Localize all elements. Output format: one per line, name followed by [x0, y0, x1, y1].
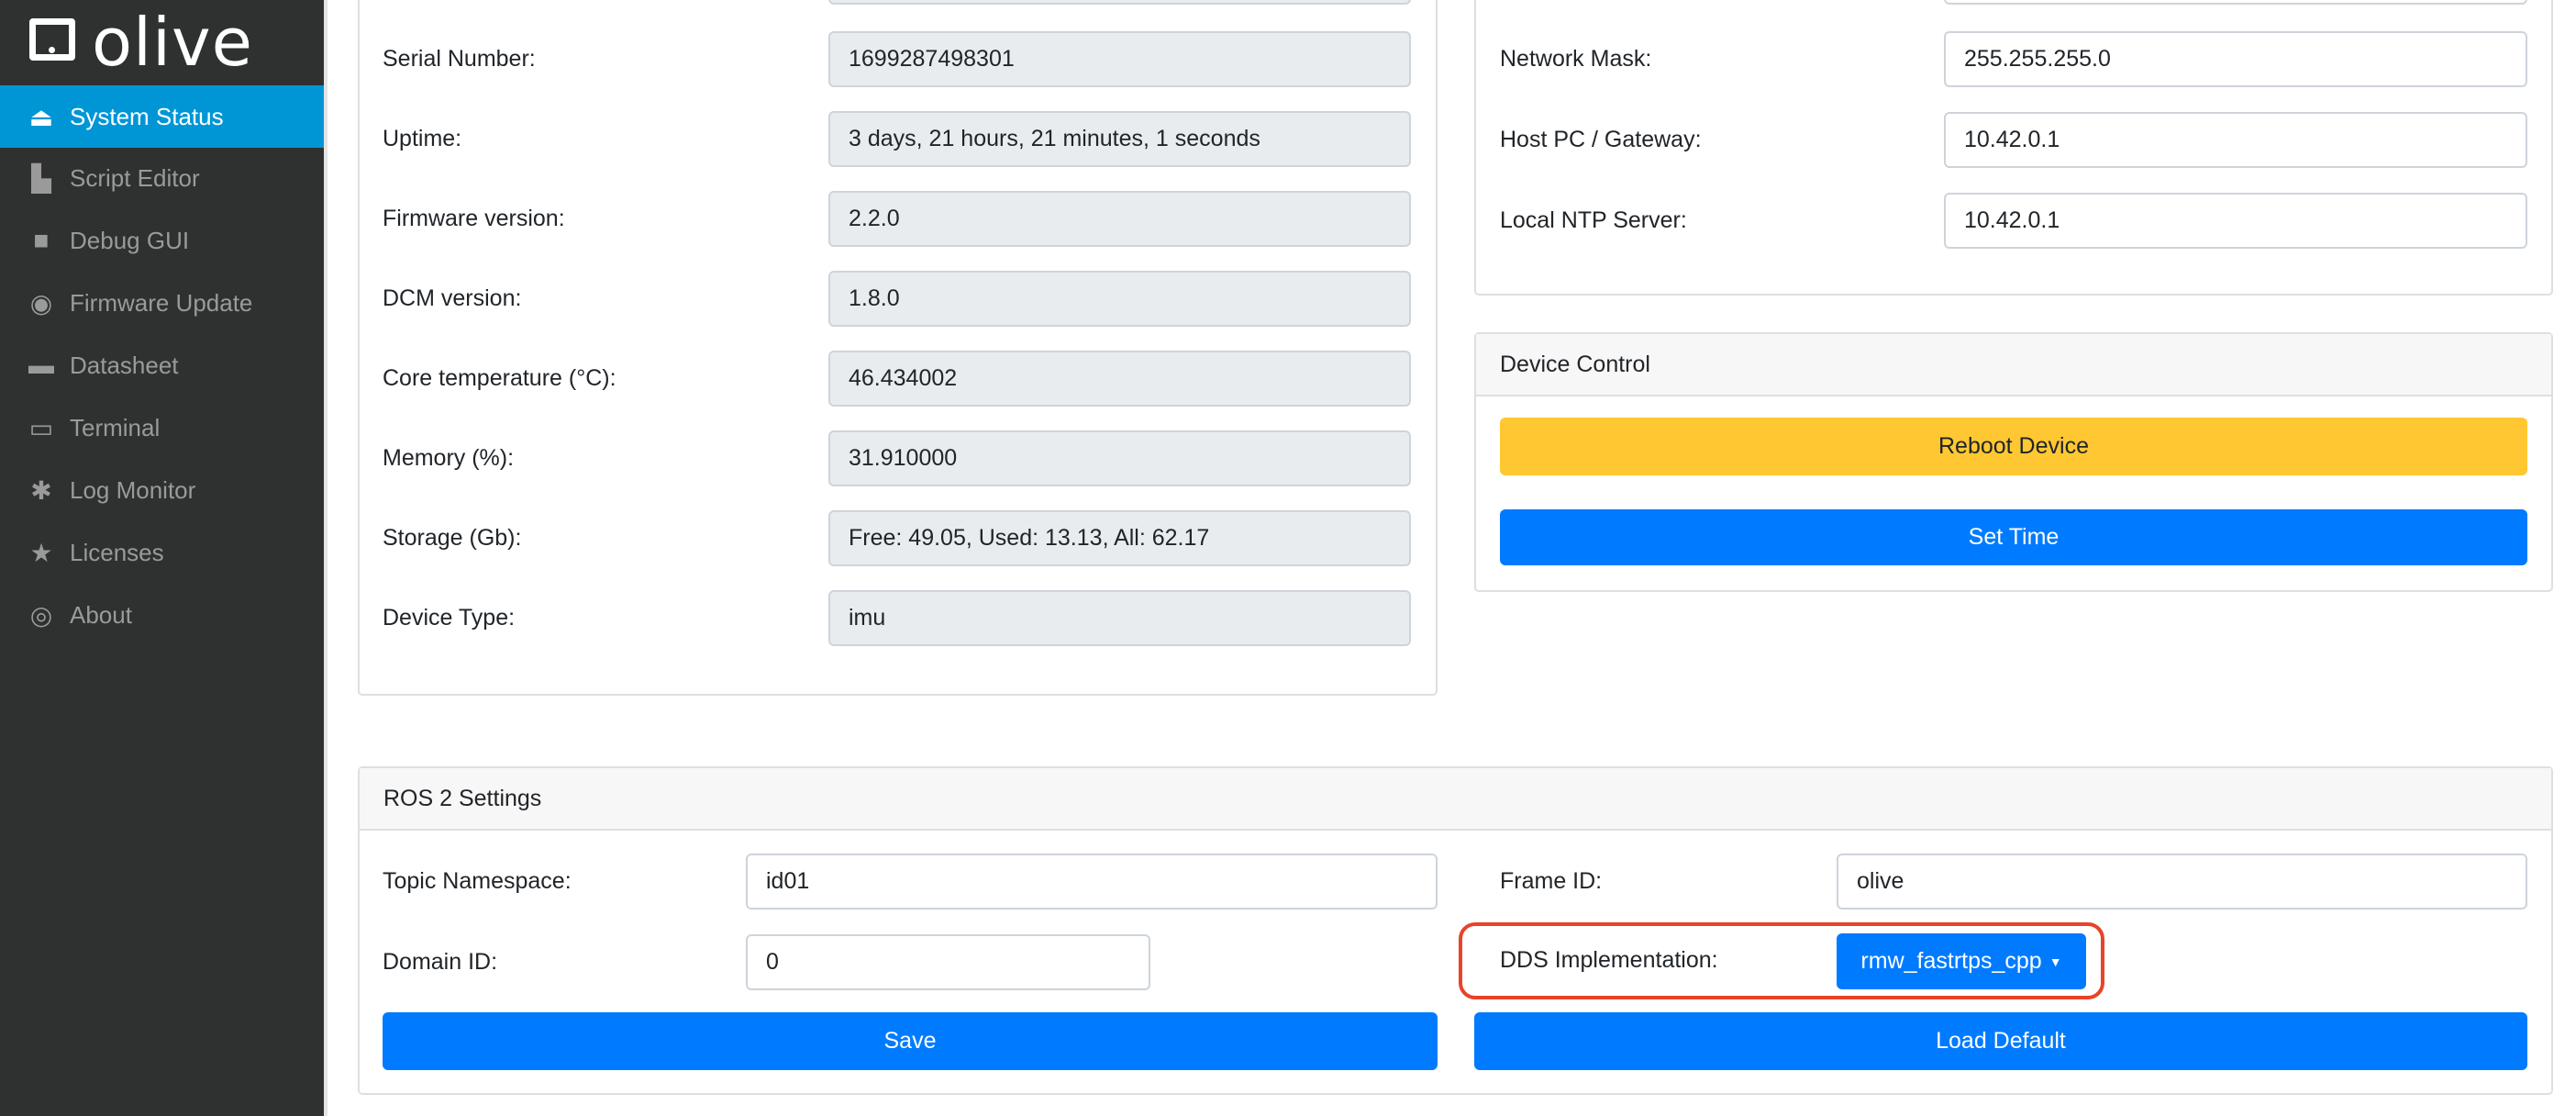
sidebar-item-label: System Status: [70, 102, 224, 130]
network-input[interactable]: 10.42.0.1: [1944, 112, 2527, 168]
device-info-label: Device Type:: [383, 605, 516, 631]
device-info-label: Storage (Gb):: [383, 525, 522, 551]
sidebar-item-label: Debug GUI: [70, 226, 190, 254]
sidebar-item-terminal[interactable]: ▭ Terminal: [0, 396, 324, 459]
topic-namespace-label: Topic Namespace:: [383, 868, 572, 894]
sidebar-item-label: Log Monitor: [70, 475, 196, 504]
sidebar-item-script-editor[interactable]: ▙ Script Editor: [0, 147, 324, 209]
sidebar-item-label: Licenses: [70, 538, 164, 566]
device-info-value: 2.2.0: [828, 191, 1411, 247]
network-input[interactable]: 10.42.0.1: [1944, 193, 2527, 249]
device-info-value: imu: [828, 590, 1411, 646]
olive-logo-icon: [29, 18, 75, 61]
sidebar: olive ⏏ System Status ▙ Script Editor ■ Debug…: [0, 0, 324, 1116]
note-icon: ▙: [31, 163, 51, 193]
inbox-icon: ⏏: [28, 102, 54, 131]
sidebar-item-about[interactable]: ◎ About: [0, 584, 324, 646]
disc-icon: ◉: [29, 288, 53, 318]
network-input[interactable]: 255.255.255.0: [1944, 31, 2527, 87]
device-info-label: Firmware version:: [383, 206, 565, 231]
device-info-value: Free: 49.05, Used: 13.13, All: 62.17: [828, 510, 1411, 566]
topic-namespace-input[interactable]: id01: [746, 854, 1438, 910]
bug-icon: ✱: [30, 475, 52, 505]
reboot-device-button[interactable]: Reboot Device: [1500, 418, 2527, 475]
domain-id-input[interactable]: 0: [746, 934, 1150, 990]
frame-id-input[interactable]: olive: [1837, 854, 2527, 910]
domain-id-label: Domain ID:: [383, 949, 498, 975]
set-time-button[interactable]: Set Time: [1500, 509, 2527, 565]
device-info-label: Uptime:: [383, 126, 462, 151]
device-info-value: 1699287498301: [828, 31, 1411, 87]
network-label: Local NTP Server:: [1500, 207, 1687, 233]
sidebar-item-label: Firmware Update: [70, 288, 253, 317]
frame-id-label: Frame ID:: [1500, 868, 1603, 894]
device-info-label: DCM version:: [383, 285, 522, 311]
highlight-annotation: [1459, 922, 2104, 999]
sidebar-item-system-status[interactable]: ⏏ System Status: [0, 85, 324, 148]
fingerprint-icon: ◎: [29, 600, 53, 630]
folder-icon: ▬: [28, 351, 54, 379]
sidebar-item-label: About: [70, 600, 132, 629]
device-info-value: 46.434002: [828, 351, 1411, 407]
device-info-value: 3 days, 21 hours, 21 minutes, 1 seconds: [828, 111, 1411, 167]
sidebar-item-licenses[interactable]: ★ Licenses: [0, 521, 324, 584]
sidebar-item-log-monitor[interactable]: ✱ Log Monitor: [0, 459, 324, 521]
sidebar-item-datasheet[interactable]: ▬ Datasheet: [0, 334, 324, 396]
sidebar-item-label: Datasheet: [70, 351, 179, 379]
device-info-label: Serial Number:: [383, 46, 536, 72]
device-info-label: Core temperature (°C):: [383, 365, 616, 391]
brand-logo: olive: [92, 4, 253, 81]
network-label: Network Mask:: [1500, 46, 1652, 72]
divider: [324, 0, 328, 1116]
star-icon: ★: [29, 538, 53, 567]
network-field-partial[interactable]: [1944, 0, 2527, 5]
device-info-value: 31.910000: [828, 430, 1411, 486]
sidebar-item-firmware-update[interactable]: ◉ Firmware Update: [0, 272, 324, 334]
network-label: Host PC / Gateway:: [1500, 127, 1702, 152]
load-default-button[interactable]: Load Default: [1474, 1012, 2527, 1070]
device-info-label: Memory (%):: [383, 445, 515, 471]
ros2-settings-title: ROS 2 Settings: [360, 768, 2551, 831]
device-info-value: 1.8.0: [828, 271, 1411, 327]
video-camera-icon: ■: [33, 226, 50, 254]
device-field-partial: [828, 0, 1411, 5]
sidebar-item-debug-gui[interactable]: ■ Debug GUI: [0, 209, 324, 272]
save-button[interactable]: Save: [383, 1012, 1438, 1070]
device-control-title: Device Control: [1476, 334, 2551, 396]
sidebar-item-label: Script Editor: [70, 163, 200, 192]
sidebar-item-label: Terminal: [70, 413, 161, 441]
monitor-icon: ▭: [28, 413, 54, 442]
